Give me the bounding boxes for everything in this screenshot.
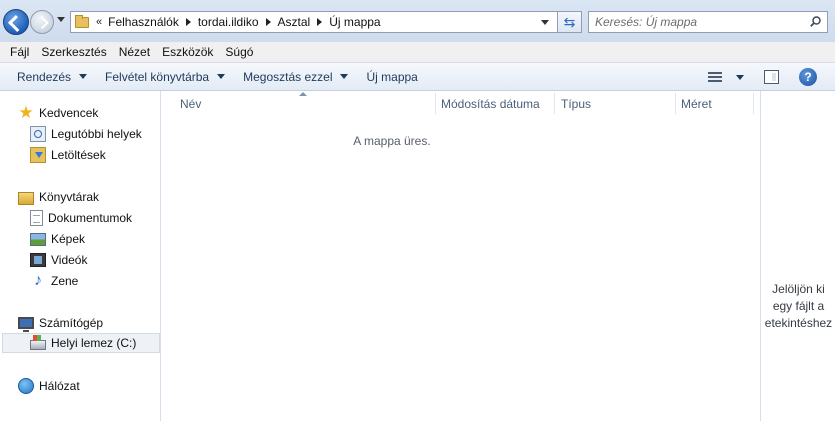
new-folder-button[interactable]: Új mappa: [357, 63, 426, 91]
refresh-button[interactable]: ⇆: [558, 11, 582, 33]
column-header-type[interactable]: Típus: [561, 91, 675, 116]
share-with-label: Megosztás ezzel: [243, 69, 333, 84]
documents-icon: [30, 210, 43, 226]
include-library-label: Felvétel könyvtárba: [105, 69, 210, 84]
back-button[interactable]: [3, 9, 29, 35]
downloads-folder-icon: [30, 147, 46, 163]
breadcrumb-user[interactable]: tordai.ildiko: [198, 15, 259, 29]
chevron-down-icon: [340, 74, 349, 79]
column-divider[interactable]: [435, 93, 436, 114]
nav-computer[interactable]: Számítógép: [18, 313, 179, 333]
breadcrumb-overflow-chevron[interactable]: «: [96, 16, 102, 28]
nav-pictures-label: Képek: [51, 232, 86, 246]
search-box[interactable]: [588, 11, 828, 33]
search-icon[interactable]: [810, 16, 821, 27]
navigation-pane: ★ Kedvencek Legutóbbi helyek Letöltések …: [0, 91, 161, 421]
preview-hint-line1: Jelöljön ki: [772, 282, 825, 296]
preview-pane: Jelöljön ki egy fájlt a etekintéshez: [760, 91, 835, 421]
nav-network[interactable]: Hálózat: [18, 376, 179, 396]
new-folder-label: Új mappa: [366, 69, 418, 84]
command-bar: Rendezés Felvétel könyvtárba Megosztás e…: [0, 63, 835, 91]
nav-libraries[interactable]: Könyvtárak: [18, 187, 179, 207]
nav-downloads-label: Letöltések: [51, 148, 106, 162]
organize-label: Rendezés: [17, 69, 72, 84]
nav-local-disk-label: Helyi lemez (C:): [51, 336, 137, 350]
folder-icon: [75, 14, 89, 28]
menu-bar: Fájl Szerkesztés Nézet Eszközök Súgó: [0, 42, 835, 63]
file-list[interactable]: Név Módosítás dátuma Típus Méret A mappa…: [162, 91, 760, 421]
forward-button[interactable]: [30, 10, 54, 34]
address-dropdown-icon[interactable]: [541, 20, 549, 25]
nav-favorites-label: Kedvencek: [39, 106, 99, 120]
preview-pane-icon[interactable]: [764, 70, 779, 84]
column-type-label: Típus: [561, 96, 592, 111]
column-date-label: Módosítás dátuma: [441, 96, 540, 111]
column-size-label: Méret: [681, 96, 712, 111]
recent-pages-dropdown[interactable]: [57, 17, 65, 22]
library-icon: [18, 191, 34, 205]
share-with-button[interactable]: Megosztás ezzel: [234, 63, 357, 91]
address-bar[interactable]: « Felhasználók tordai.ildiko Asztal Új m…: [70, 11, 558, 33]
nav-libraries-label: Könyvtárak: [39, 190, 100, 204]
menu-file[interactable]: Fájl: [0, 45, 35, 59]
empty-folder-message: A mappa üres.: [353, 134, 431, 148]
network-globe-icon: [18, 378, 34, 394]
star-icon: ★: [18, 103, 34, 122]
nav-favorites[interactable]: ★ Kedvencek: [18, 103, 179, 123]
pictures-icon: [30, 232, 46, 246]
view-options-dropdown-icon[interactable]: [736, 74, 744, 80]
toolbar-right-group: ?: [708, 63, 835, 91]
breadcrumb-users[interactable]: Felhasználók: [108, 15, 179, 29]
recent-places-icon: [30, 126, 46, 142]
column-header-name[interactable]: Név: [180, 91, 435, 116]
organize-button[interactable]: Rendezés: [0, 63, 96, 91]
computer-icon: [18, 317, 34, 332]
column-divider[interactable]: [753, 93, 754, 114]
nav-music-label: Zene: [51, 274, 79, 288]
menu-tools[interactable]: Eszközök: [156, 45, 219, 59]
preview-hint-line2: egy fájlt a: [772, 299, 825, 313]
local-disk-icon: [30, 335, 46, 350]
column-header-date-modified[interactable]: Módosítás dátuma: [441, 91, 554, 116]
preview-hint-line3: etekintéshez: [764, 316, 833, 330]
column-divider[interactable]: [554, 93, 555, 114]
column-header-size[interactable]: Méret: [681, 91, 753, 116]
menu-view[interactable]: Nézet: [113, 45, 156, 59]
menu-edit[interactable]: Szerkesztés: [35, 45, 112, 59]
column-name-label: Név: [180, 96, 202, 111]
help-icon[interactable]: ?: [799, 68, 817, 86]
nav-videos-label: Videók: [51, 253, 88, 267]
preview-hint: Jelöljön ki egy fájlt a etekintéshez: [761, 281, 835, 332]
breadcrumb-separator-icon[interactable]: [265, 18, 271, 26]
nav-local-disk[interactable]: Helyi lemez (C:): [2, 333, 160, 353]
nav-documents-label: Dokumentumok: [48, 211, 133, 225]
column-divider[interactable]: [675, 93, 676, 114]
nav-recent-places-label: Legutóbbi helyek: [51, 127, 142, 141]
search-input[interactable]: [595, 12, 805, 32]
menu-help[interactable]: Súgó: [219, 45, 259, 59]
breadcrumb-desktop[interactable]: Asztal: [278, 15, 311, 29]
videos-icon: [30, 253, 46, 267]
chevron-down-icon: [217, 74, 226, 79]
nav-network-label: Hálózat: [39, 379, 80, 393]
breadcrumb-new-folder[interactable]: Új mappa: [329, 15, 380, 29]
chevron-down-icon: [79, 74, 88, 79]
address-area: « Felhasználók tordai.ildiko Asztal Új m…: [0, 0, 835, 42]
breadcrumb-separator-icon[interactable]: [317, 18, 323, 26]
music-note-icon: ♪: [34, 272, 42, 289]
change-view-icon[interactable]: [708, 72, 722, 82]
include-in-library-button[interactable]: Felvétel könyvtárba: [96, 63, 234, 91]
breadcrumb-separator-icon[interactable]: [185, 18, 191, 26]
nav-computer-label: Számítógép: [39, 316, 104, 330]
